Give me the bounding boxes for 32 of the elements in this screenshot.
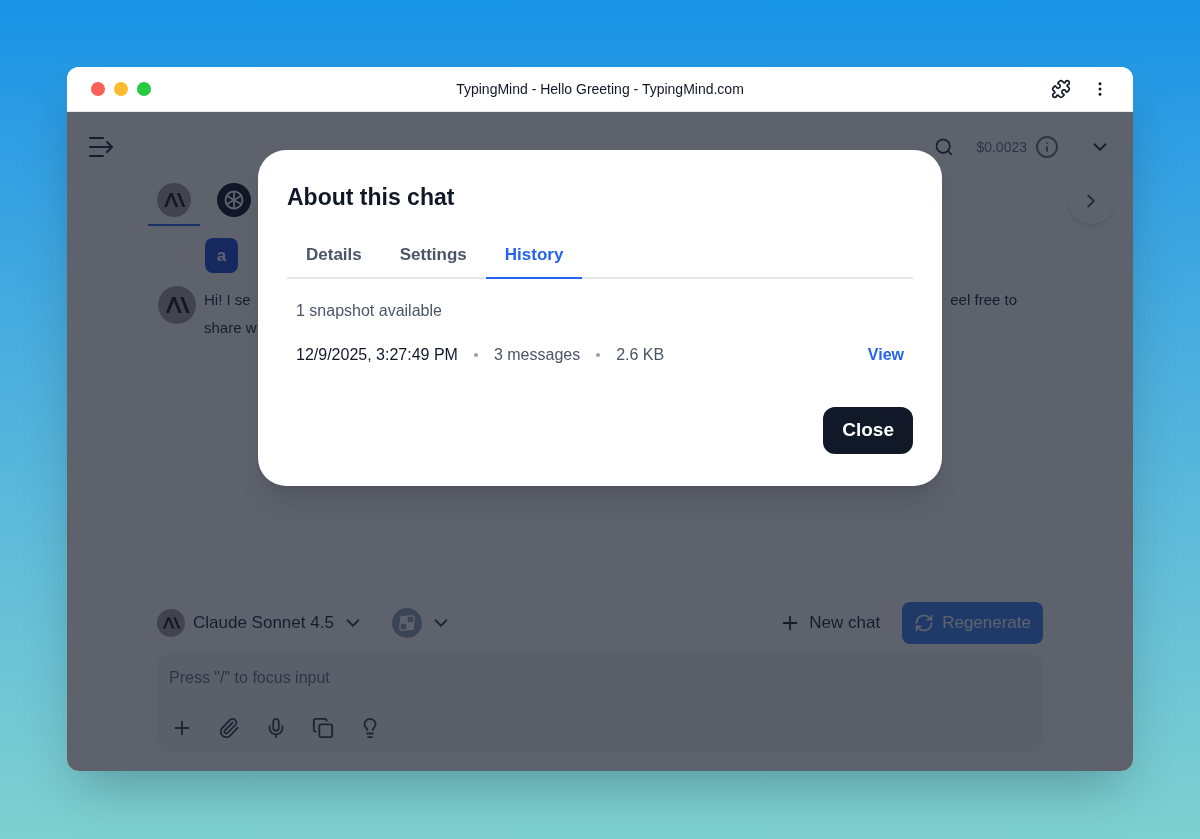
maximize-window-button[interactable] (137, 82, 151, 96)
view-link[interactable]: View (867, 342, 904, 367)
anthropic-logo-icon (157, 183, 191, 217)
extension-icon[interactable] (1051, 79, 1071, 99)
message-text: Hi! I se (204, 290, 251, 310)
snapshot-messages: 3 messages (493, 344, 581, 365)
assistant-avatar-icon (158, 286, 196, 324)
plugins-icon[interactable] (391, 608, 422, 638)
close-button[interactable]: Close (823, 406, 913, 454)
dialog-title: About this chat (287, 183, 456, 212)
user-message-bubble: a (205, 238, 238, 273)
attach-icon[interactable] (218, 717, 240, 739)
model-selector[interactable]: Claude Sonnet 4.5 (193, 610, 334, 636)
info-icon[interactable] (1035, 135, 1059, 159)
model-logo-icon (157, 609, 185, 637)
new-chat-button[interactable]: New chat (779, 610, 881, 636)
search-icon[interactable] (934, 137, 955, 157)
snapshot-time: 12/9/2025, 3:27:49 PM (296, 344, 458, 365)
dialog-tab[interactable]: Settings (380, 232, 486, 279)
refresh-icon (914, 613, 935, 633)
sidebar-toggle-icon[interactable] (89, 136, 115, 158)
prompts-icon[interactable] (312, 717, 334, 739)
dialog-tab[interactable]: History (485, 232, 583, 279)
snapshot-count: 1 snapshot available (296, 300, 443, 321)
close-window-button[interactable] (91, 82, 105, 96)
message-text: eel free to (950, 290, 1017, 310)
snapshot-size: 2.6 KB (616, 344, 665, 365)
minimize-window-button[interactable] (114, 82, 128, 96)
openai-logo-icon (217, 183, 251, 217)
dialog-tab[interactable]: Details (287, 232, 381, 279)
window-title: TypingMind - Hello Greeting - TypingMind.com (455, 79, 745, 99)
message-text: share w (204, 319, 257, 336)
